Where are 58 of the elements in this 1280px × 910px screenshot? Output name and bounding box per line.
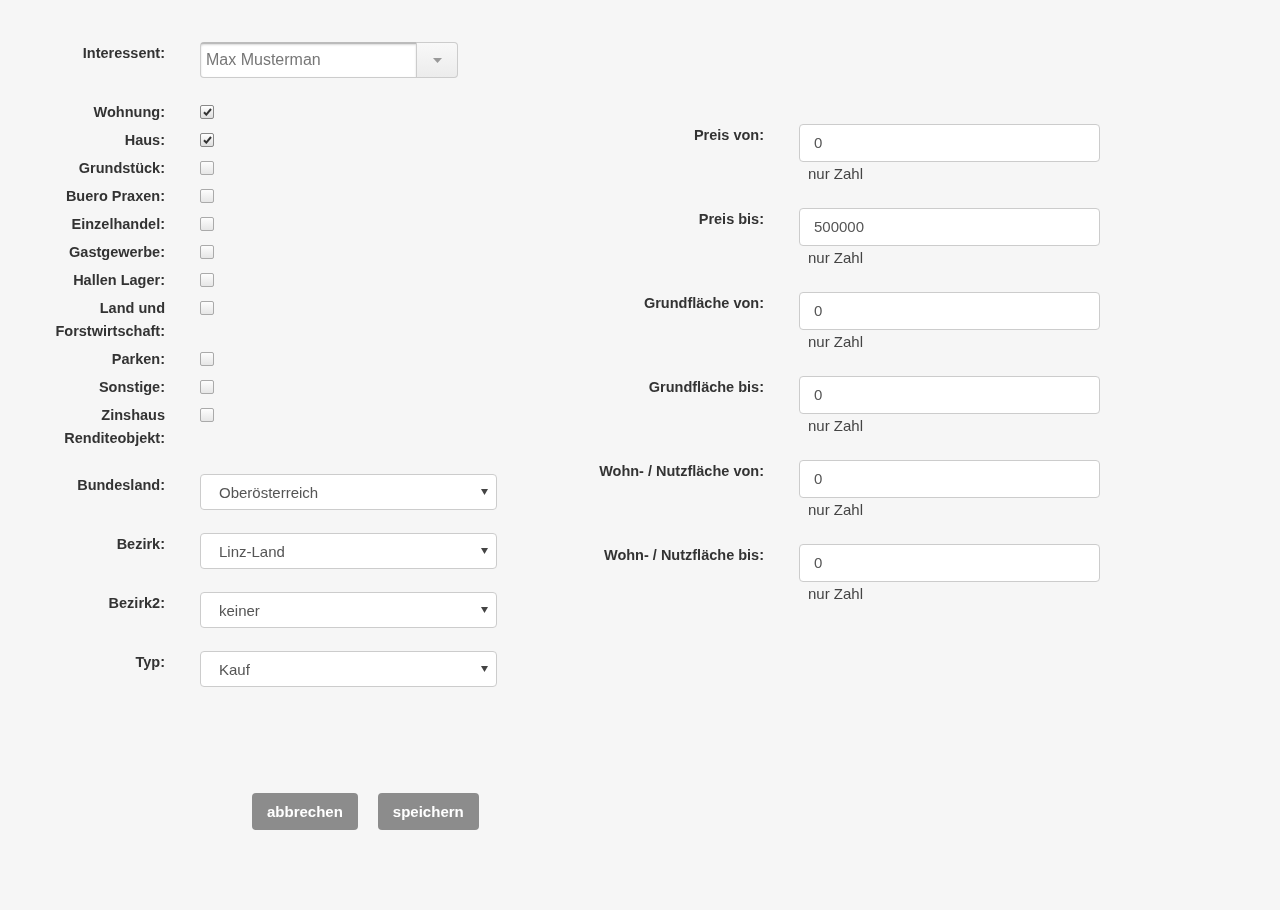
field-label: Gastgewerbe: xyxy=(68,243,165,262)
help-text: nur Zahl xyxy=(807,584,865,604)
checkbox[interactable] xyxy=(200,133,214,147)
checkbox[interactable] xyxy=(200,161,214,175)
field-label: Typ: xyxy=(134,653,165,672)
help-text: nur Zahl xyxy=(807,248,865,268)
number-field[interactable]: 0 xyxy=(799,376,1100,414)
checkbox[interactable] xyxy=(200,189,214,203)
field-label: Einzelhandel: xyxy=(70,215,165,234)
field-label: Wohn- / Nutzfläche von: xyxy=(598,462,764,481)
select-field[interactable]: Kauf xyxy=(200,651,497,687)
help-text: nur Zahl xyxy=(807,500,865,520)
field-label: Haus: xyxy=(123,131,165,150)
field-label: Hallen Lager: xyxy=(72,271,165,290)
help-text: nur Zahl xyxy=(807,164,865,184)
field-label: Bezirk: xyxy=(115,535,165,554)
check-icon xyxy=(202,136,212,144)
caret-icon xyxy=(481,666,488,672)
field-label: Bezirk2: xyxy=(107,594,165,613)
number-field[interactable]: 500000 xyxy=(799,208,1100,246)
field-label: Grundfläche von: xyxy=(642,294,764,313)
number-field[interactable]: 0 xyxy=(799,124,1100,162)
field-label: Zinshaus Renditeobjekt: xyxy=(63,406,165,448)
check-icon xyxy=(202,108,212,116)
select-field[interactable]: Linz-Land xyxy=(200,533,497,569)
select-field[interactable]: keiner xyxy=(200,592,497,628)
field-label: Interessent: xyxy=(81,44,165,63)
checkbox[interactable] xyxy=(200,245,214,259)
select-field[interactable]: Oberösterreich xyxy=(200,474,497,510)
number-field[interactable]: 0 xyxy=(799,544,1100,582)
field-label: Land und Forstwirtschaft: xyxy=(54,299,165,341)
caret-icon xyxy=(481,548,488,554)
caret-icon xyxy=(481,607,488,613)
dropdown-button[interactable] xyxy=(417,42,458,78)
name-field[interactable]: Max Musterman xyxy=(200,42,417,78)
number-field[interactable]: 0 xyxy=(799,292,1100,330)
checkbox[interactable] xyxy=(200,217,214,231)
field-label: Parken: xyxy=(110,350,165,369)
field-label: Bundesland: xyxy=(76,476,165,495)
field-label: Wohn- / Nutzfläche bis: xyxy=(602,546,764,565)
checkbox[interactable] xyxy=(200,408,214,422)
checkbox[interactable] xyxy=(200,301,214,315)
field-label: Preis bis: xyxy=(697,210,764,229)
field-label: Buero Praxen: xyxy=(64,187,165,206)
field-label: Preis von: xyxy=(692,126,764,145)
checkbox[interactable] xyxy=(200,380,214,394)
checkbox[interactable] xyxy=(200,273,214,287)
caret-icon xyxy=(481,489,488,495)
field-label: Grundfläche bis: xyxy=(647,378,764,397)
field-label: Wohnung: xyxy=(92,103,165,122)
field-label: Grundstück: xyxy=(77,159,165,178)
number-field[interactable]: 0 xyxy=(799,460,1100,498)
field-label: Sonstige: xyxy=(97,378,165,397)
help-text: nur Zahl xyxy=(807,332,865,352)
checkbox[interactable] xyxy=(200,105,214,119)
help-text: nur Zahl xyxy=(807,416,865,436)
checkbox[interactable] xyxy=(200,352,214,366)
caret-icon xyxy=(432,57,442,63)
